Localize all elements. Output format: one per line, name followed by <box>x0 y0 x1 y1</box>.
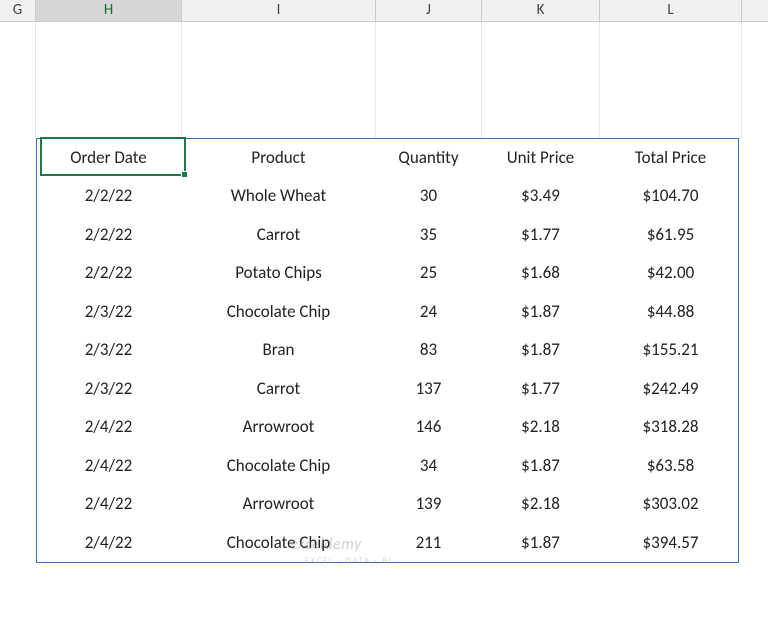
cell-total-price[interactable]: $104.70 <box>600 177 742 216</box>
cell-product[interactable]: Chocolate Chip <box>182 293 376 332</box>
cell-total-price[interactable]: $61.95 <box>600 216 742 255</box>
cell-empty[interactable] <box>0 293 36 332</box>
cell-total-price[interactable]: $63.58 <box>600 447 742 486</box>
cell-product[interactable]: Chocolate Chip <box>182 524 376 563</box>
cell-order-date[interactable]: 2/4/22 <box>36 524 182 563</box>
cell-quantity[interactable]: 139 <box>376 485 482 524</box>
cell-empty[interactable] <box>0 447 36 486</box>
cell-unit-price[interactable]: $1.77 <box>482 370 600 409</box>
column-headers: G H I J K L <box>0 0 768 22</box>
cell-unit-price[interactable]: $2.18 <box>482 485 600 524</box>
col-header-I[interactable]: I <box>182 0 376 21</box>
cell-quantity[interactable]: 24 <box>376 293 482 332</box>
cell-empty[interactable] <box>0 138 36 177</box>
cell-order-date[interactable]: 2/2/22 <box>36 254 182 293</box>
header-quantity[interactable]: Quantity <box>376 138 482 177</box>
cell-unit-price[interactable]: $1.77 <box>482 216 600 255</box>
cell-product[interactable]: Arrowroot <box>182 485 376 524</box>
cell-empty[interactable] <box>0 370 36 409</box>
cell-total-price[interactable]: $242.49 <box>600 370 742 409</box>
cell-product[interactable]: Chocolate Chip <box>182 447 376 486</box>
cell-unit-price[interactable]: $1.87 <box>482 293 600 332</box>
cell-total-price[interactable]: $44.88 <box>600 293 742 332</box>
cell-product[interactable]: Whole Wheat <box>182 177 376 216</box>
header-order-date[interactable]: Order Date <box>36 138 182 177</box>
table-row: 2/2/22Carrot35$1.77$61.95 <box>0 216 768 255</box>
col-header-H[interactable]: H <box>36 0 182 21</box>
table-row: 2/4/22Arrowroot139$2.18$303.02 <box>0 485 768 524</box>
cell-quantity[interactable]: 25 <box>376 254 482 293</box>
cell-empty[interactable] <box>0 254 36 293</box>
cell-order-date[interactable]: 2/3/22 <box>36 293 182 332</box>
cell-order-date[interactable]: 2/4/22 <box>36 485 182 524</box>
table-row: 2/4/22Chocolate Chip211$1.87$394.57 <box>0 524 768 563</box>
table-row: 2/4/22Chocolate Chip34$1.87$63.58 <box>0 447 768 486</box>
cell-empty[interactable] <box>0 524 36 563</box>
empty-rows[interactable] <box>0 22 768 138</box>
cell-empty[interactable] <box>0 216 36 255</box>
header-unit-price[interactable]: Unit Price <box>482 138 600 177</box>
cell-empty[interactable] <box>0 408 36 447</box>
cell-unit-price[interactable]: $1.87 <box>482 331 600 370</box>
cell-product[interactable]: Potato Chips <box>182 254 376 293</box>
cell-empty[interactable] <box>0 331 36 370</box>
cell-quantity[interactable]: 30 <box>376 177 482 216</box>
cell-total-price[interactable]: $394.57 <box>600 524 742 563</box>
cell-product[interactable]: Bran <box>182 331 376 370</box>
header-product[interactable]: Product <box>182 138 376 177</box>
cell-order-date[interactable]: 2/3/22 <box>36 331 182 370</box>
cell-total-price[interactable]: $42.00 <box>600 254 742 293</box>
cell-order-date[interactable]: 2/2/22 <box>36 216 182 255</box>
cell-order-date[interactable]: 2/4/22 <box>36 447 182 486</box>
cell-total-price[interactable]: $303.02 <box>600 485 742 524</box>
table-row: 2/2/22Whole Wheat30$3.49$104.70 <box>0 177 768 216</box>
table-row: 2/3/22Carrot137$1.77$242.49 <box>0 370 768 409</box>
cell-empty[interactable] <box>0 485 36 524</box>
col-header-G[interactable]: G <box>0 0 36 21</box>
cell-product[interactable]: Carrot <box>182 216 376 255</box>
col-header-L[interactable]: L <box>600 0 742 21</box>
data-table: Order Date Product Quantity Unit Price T… <box>0 138 768 562</box>
cell-unit-price[interactable]: $1.68 <box>482 254 600 293</box>
cell-quantity[interactable]: 146 <box>376 408 482 447</box>
cell-quantity[interactable]: 35 <box>376 216 482 255</box>
cell-product[interactable]: Arrowroot <box>182 408 376 447</box>
col-header-K[interactable]: K <box>482 0 600 21</box>
cell-quantity[interactable]: 137 <box>376 370 482 409</box>
cell-order-date[interactable]: 2/2/22 <box>36 177 182 216</box>
cell-order-date[interactable]: 2/3/22 <box>36 370 182 409</box>
cell-quantity[interactable]: 211 <box>376 524 482 563</box>
cell-quantity[interactable]: 34 <box>376 447 482 486</box>
table-row: 2/4/22Arrowroot146$2.18$318.28 <box>0 408 768 447</box>
cell-total-price[interactable]: $318.28 <box>600 408 742 447</box>
header-total-price[interactable]: Total Price <box>600 138 742 177</box>
cell-unit-price[interactable]: $2.18 <box>482 408 600 447</box>
cell-empty[interactable] <box>0 177 36 216</box>
table-header-row: Order Date Product Quantity Unit Price T… <box>0 138 768 177</box>
cell-unit-price[interactable]: $3.49 <box>482 177 600 216</box>
table-row: 2/2/22Potato Chips25$1.68$42.00 <box>0 254 768 293</box>
cell-unit-price[interactable]: $1.87 <box>482 447 600 486</box>
cell-total-price[interactable]: $155.21 <box>600 331 742 370</box>
cell-unit-price[interactable]: $1.87 <box>482 524 600 563</box>
table-row: 2/3/22Bran83$1.87$155.21 <box>0 331 768 370</box>
cell-order-date[interactable]: 2/4/22 <box>36 408 182 447</box>
cell-product[interactable]: Carrot <box>182 370 376 409</box>
cell-quantity[interactable]: 83 <box>376 331 482 370</box>
table-row: 2/3/22Chocolate Chip24$1.87$44.88 <box>0 293 768 332</box>
col-header-J[interactable]: J <box>376 0 482 21</box>
